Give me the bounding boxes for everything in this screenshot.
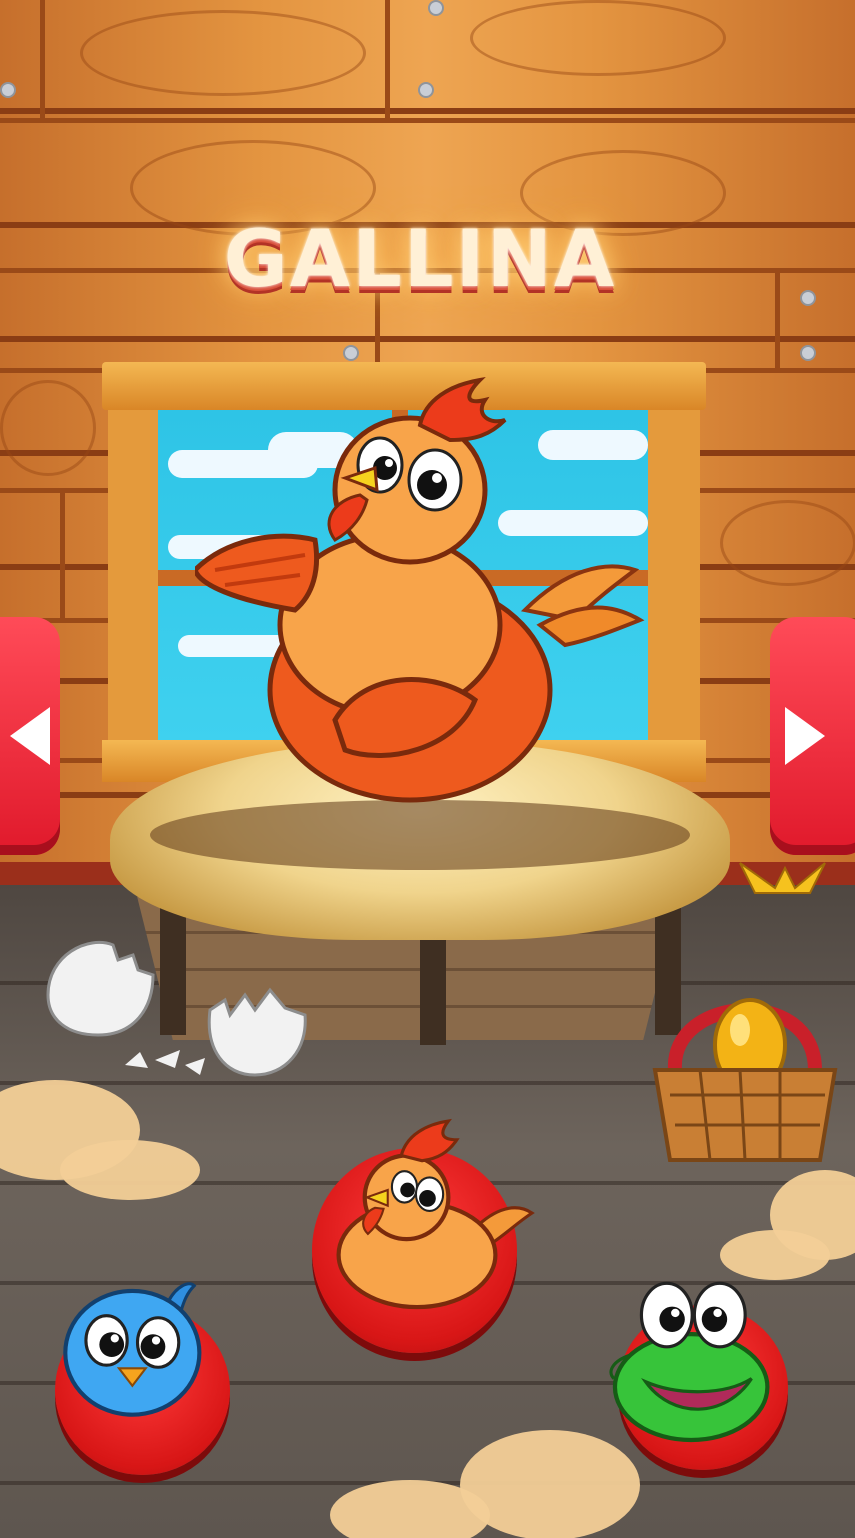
select-frog-button[interactable] [609, 1281, 788, 1470]
nail [0, 82, 16, 98]
plank-seam [385, 0, 390, 118]
select-hen-button[interactable] [312, 1118, 535, 1353]
wood-grain [720, 500, 855, 586]
straw-shadow [150, 800, 690, 870]
nail [428, 0, 444, 16]
plank-seam [60, 488, 65, 618]
blue-bird-icon [63, 1282, 202, 1417]
animal-title: GALLINA [210, 205, 630, 315]
animal-name-text: GALLINA [223, 215, 617, 305]
plank-seam [775, 268, 780, 368]
play-left-icon [10, 707, 50, 765]
wood-grain [470, 0, 726, 76]
eggshell-shards [125, 1050, 205, 1075]
dust-puff [60, 1140, 200, 1200]
wood-grain [80, 10, 366, 96]
play-right-icon [785, 707, 825, 765]
eggshell-left [46, 940, 155, 1037]
hen-icon [336, 1118, 535, 1310]
next-animal-button[interactable] [770, 617, 855, 855]
game-scene: GALLINA [0, 0, 855, 1538]
nail [418, 82, 434, 98]
plank-seam [40, 0, 45, 118]
previous-animal-button[interactable] [0, 617, 60, 855]
wood-grain [0, 380, 96, 476]
golden-egg-basket[interactable] [640, 975, 845, 1175]
butterfly-decor [739, 862, 826, 894]
nail [800, 345, 816, 361]
nail [343, 345, 359, 361]
frog-icon [609, 1281, 770, 1443]
plank-seam [0, 118, 855, 123]
eggshell-right [207, 987, 307, 1077]
select-bird-button[interactable] [55, 1282, 230, 1475]
hen-character[interactable] [195, 370, 645, 810]
nail [800, 290, 816, 306]
